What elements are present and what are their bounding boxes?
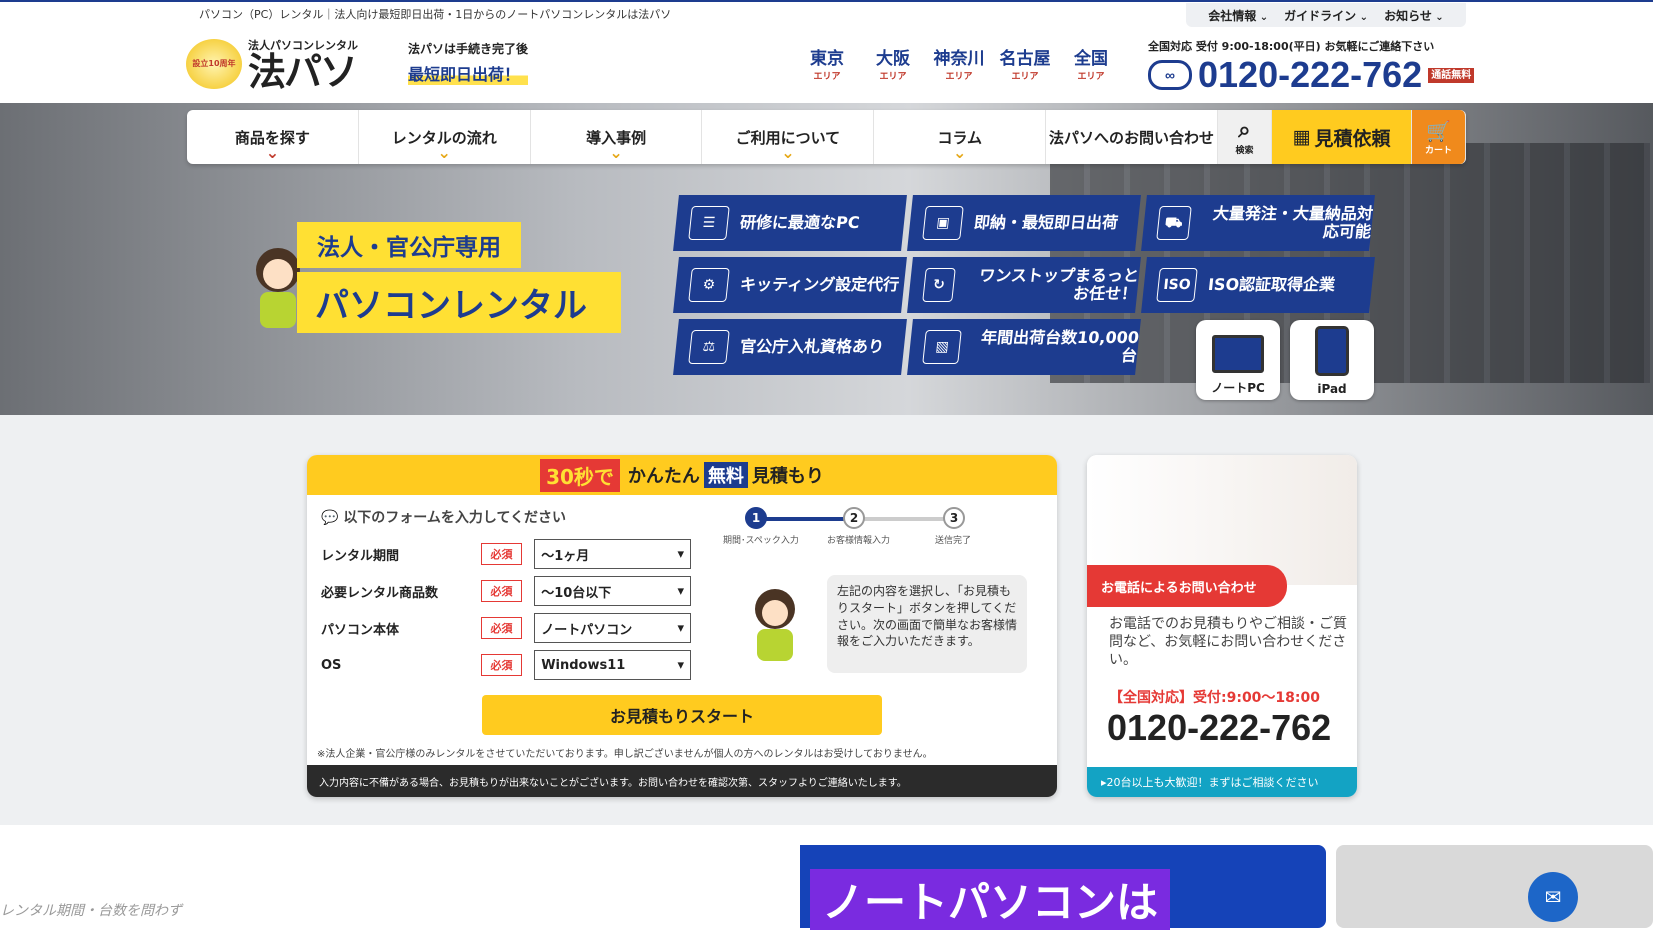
hero-title-small: 法人・官公庁専用	[297, 222, 521, 268]
step-1: 1	[745, 507, 767, 529]
search-button[interactable]: ⌕ 検索	[1217, 110, 1272, 164]
bottom-card-3[interactable]	[1336, 845, 1653, 928]
nav-usage[interactable]: ご利用について	[702, 110, 875, 164]
feature-item: ▧ 年間出荷台数10,000台	[907, 319, 1141, 375]
gavel-icon: ⚖	[688, 330, 730, 364]
cart-icon: 🛒	[1426, 118, 1451, 143]
bottom-banner[interactable]: ノートパソコンは	[330, 845, 1326, 930]
area-nationwide[interactable]: 全国 エリア	[1064, 44, 1118, 82]
logo-title: 法パソ	[248, 50, 358, 94]
phone-contact-number[interactable]: 0120-222-762	[1107, 707, 1331, 749]
box-icon: ▧	[922, 330, 963, 364]
feature-item: ⚖ 官公庁入札資格あり	[673, 319, 907, 375]
chevron-down-icon: ▾	[677, 620, 684, 636]
cycle-icon: ↻	[922, 268, 956, 302]
top-nav-company[interactable]: 会社情報	[1208, 7, 1268, 24]
quote-form-header: 30秒で かんたん 無料 見積もり	[307, 455, 1057, 495]
step-3: 3	[943, 507, 965, 529]
top-nav: 会社情報 ガイドライン お知らせ	[1186, 3, 1466, 27]
form-row-os: OS 必須 Windows11 ▾	[321, 650, 691, 680]
quote-form: 30秒で かんたん 無料 見積もり 💬 以下のフォームを入力してください レンタ…	[307, 455, 1057, 797]
training-icon: ☰	[688, 206, 730, 240]
search-icon: ⌕	[1238, 118, 1251, 143]
chevron-down-icon: ▾	[677, 657, 684, 673]
area-links: 東京 エリア 大阪 エリア 神奈川 エリア 名古屋 エリア 全国 エリア	[800, 44, 1118, 82]
iso-icon: ISO	[1156, 268, 1198, 302]
area-tokyo[interactable]: 東京 エリア	[800, 44, 854, 82]
cart-button[interactable]: 🛒 カート	[1411, 110, 1466, 164]
feature-item: ▣ 即納・最短即日出荷	[907, 195, 1141, 251]
device-notebook[interactable]: ノートPC	[1196, 320, 1280, 400]
hero-title-big: パソコンレンタル	[297, 272, 621, 333]
mascot-illustration	[755, 589, 795, 661]
main-nav: 商品を探す レンタルの流れ 導入事例 ご利用について コラム 法パソへのお問い合…	[187, 110, 1466, 164]
tablet-icon	[1315, 326, 1349, 376]
phone-contact-card: お電話によるお問い合わせ お電話でのお見積もりやご相談・ご質問など、お気軽にお問…	[1087, 455, 1357, 797]
rental-period-select[interactable]: 〜1ヶ月 ▾	[534, 539, 691, 569]
instruction-bubble: 左記の内容を選択し、「お見積もりスタート」ボタンを押してください。次の画面で簡単…	[827, 575, 1027, 673]
delivery-icon: ▣	[922, 206, 964, 240]
truck-icon: ⛟	[1156, 206, 1192, 240]
nav-contact[interactable]: 法パソへのお問い合わせ	[1046, 110, 1218, 164]
nav-flow[interactable]: レンタルの流れ	[359, 110, 531, 164]
mail-icon[interactable]: ✉	[1528, 872, 1578, 922]
phone-contact-text: お電話でのお見積もりやご相談・ご質問など、お気軽にお問い合わせください。	[1109, 616, 1347, 669]
site-tagline: パソコン（PC）レンタル｜法人向け最短即日出荷・1日からのノートパソコンレンタル…	[199, 8, 672, 21]
form-warning: 入力内容に不備がある場合、お見積もりが出来ないことがございます。お問い合わせを確…	[307, 765, 1057, 797]
feature-item: ⚙ キッティング設定代行	[673, 257, 907, 313]
feature-item: ⛟ 大量発注・大量納品対応可能	[1141, 195, 1375, 251]
form-row-quantity: 必要レンタル商品数 必須 〜10台以下 ▾	[321, 576, 691, 606]
device-ipad[interactable]: iPad	[1290, 320, 1374, 400]
delivery-promo: 法パソは手続き完了後 最短即日出荷！	[408, 42, 529, 85]
pc-type-select[interactable]: ノートパソコン ▾	[534, 613, 691, 643]
top-nav-guideline[interactable]: ガイドライン	[1284, 7, 1368, 24]
phone-contact-tag: お電話によるお問い合わせ	[1087, 565, 1287, 607]
feature-item: ↻ ワンストップまるっとお任せ！	[907, 257, 1141, 313]
header-phone: 全国対応 受付 9:00-18:00(平日) お気軽にご連絡下さい ∞ 0120…	[1148, 38, 1475, 96]
device-links: ノートPC iPad	[1196, 320, 1374, 400]
phone-contact-hours: 【全国対応】受付:9:00〜18:00	[1109, 690, 1320, 706]
top-accent-bar	[0, 0, 1653, 2]
feature-item: ISO ISO認証取得企業	[1141, 257, 1375, 313]
area-nagoya[interactable]: 名古屋 エリア	[998, 44, 1052, 82]
quantity-select[interactable]: 〜10台以下 ▾	[534, 576, 691, 606]
laptop-icon	[1212, 335, 1264, 373]
area-osaka[interactable]: 大阪 エリア	[866, 44, 920, 82]
chevron-down-icon: ▾	[677, 546, 684, 562]
area-kanagawa[interactable]: 神奈川 エリア	[932, 44, 986, 82]
calculator-icon: ▦	[1292, 126, 1311, 148]
phone-number[interactable]: 0120-222-762	[1198, 54, 1422, 96]
quote-request-button[interactable]: ▦ 見積依頼	[1271, 110, 1412, 164]
nav-products[interactable]: 商品を探す	[187, 110, 359, 164]
free-call-badge: 通話無料	[1428, 67, 1475, 83]
gear-icon: ⚙	[688, 268, 730, 302]
form-row-pc: パソコン本体 必須 ノートパソコン ▾	[321, 613, 691, 643]
bottom-card-1[interactable]: レンタル期間・台数を問わず	[0, 845, 315, 928]
nav-column[interactable]: コラム	[874, 110, 1047, 164]
site-logo[interactable]: 設立10周年 法人パソコンレンタル 法パソ	[186, 37, 358, 91]
top-nav-news[interactable]: お知らせ	[1384, 7, 1444, 24]
anniversary-badge: 設立10周年	[186, 39, 242, 89]
nav-cases[interactable]: 導入事例	[531, 110, 703, 164]
chevron-down-icon: ▾	[677, 583, 684, 599]
form-intro: 💬 以下のフォームを入力してください	[321, 510, 567, 526]
feature-item: ☰ 研修に最適なPC	[673, 195, 907, 251]
quote-start-button[interactable]: お見積もりスタート	[482, 695, 882, 735]
phone-contact-bar[interactable]: ▸ 20台以上も大歓迎！まずはご相談ください	[1087, 767, 1357, 797]
hero-title: 法人・官公庁専用 パソコンレンタル	[297, 222, 621, 333]
form-note: ※法人企業・官公庁様のみレンタルをさせていただいております。申し訳ございませんが…	[317, 749, 933, 760]
freedial-icon: ∞	[1148, 60, 1192, 90]
phone-label: 全国対応 受付 9:00-18:00(平日) お気軽にご連絡下さい	[1148, 40, 1435, 53]
step-2: 2	[843, 507, 865, 529]
form-row-period: レンタル期間 必須 〜1ヶ月 ▾	[321, 539, 691, 569]
delivery-promo-highlight: 最短即日出荷！	[408, 61, 529, 85]
os-select[interactable]: Windows11 ▾	[534, 650, 691, 680]
